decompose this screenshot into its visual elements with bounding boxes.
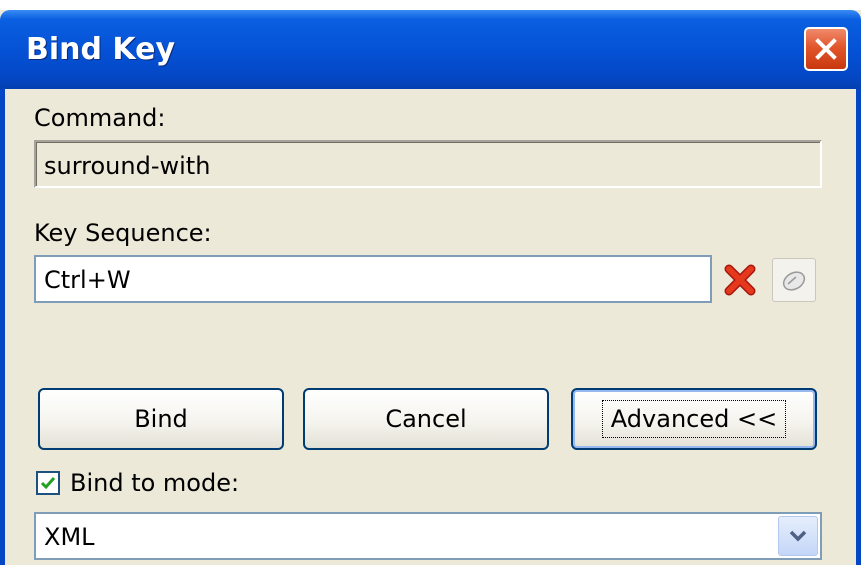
mode-select-value: XML	[44, 523, 95, 551]
close-button[interactable]	[804, 27, 848, 71]
check-icon	[40, 477, 56, 490]
advanced-button[interactable]: Advanced <<	[571, 388, 817, 450]
title-bar: Bind Key	[0, 10, 861, 89]
cancel-button[interactable]: Cancel	[303, 388, 549, 450]
bind-key-dialog: Bind Key Command: surround-with Key Sequ…	[0, 10, 861, 565]
mouse-icon	[782, 271, 806, 291]
window-frame-left	[0, 89, 5, 565]
bind-to-mode-label: Bind to mode:	[70, 469, 240, 497]
key-sequence-input[interactable]: Ctrl+W	[34, 255, 712, 303]
bind-button[interactable]: Bind	[38, 388, 284, 450]
mode-dropdown-button[interactable]	[778, 516, 818, 556]
clear-key-button[interactable]	[718, 258, 762, 302]
cancel-button-label: Cancel	[385, 405, 467, 433]
red-x-icon	[724, 264, 756, 296]
bind-button-label: Bind	[134, 405, 188, 433]
key-sequence-label: Key Sequence:	[34, 219, 212, 247]
window-title: Bind Key	[26, 32, 176, 67]
close-icon	[815, 38, 837, 60]
mode-select[interactable]: XML	[34, 512, 822, 560]
window-frame-right	[856, 89, 861, 565]
chevron-down-icon	[789, 530, 807, 542]
advanced-button-label: Advanced <<	[601, 400, 787, 438]
bind-to-mode-checkbox[interactable]	[36, 471, 60, 495]
top-strip	[0, 0, 861, 10]
record-key-button[interactable]	[772, 258, 816, 302]
command-label: Command:	[34, 104, 166, 132]
command-field: surround-with	[34, 140, 822, 188]
